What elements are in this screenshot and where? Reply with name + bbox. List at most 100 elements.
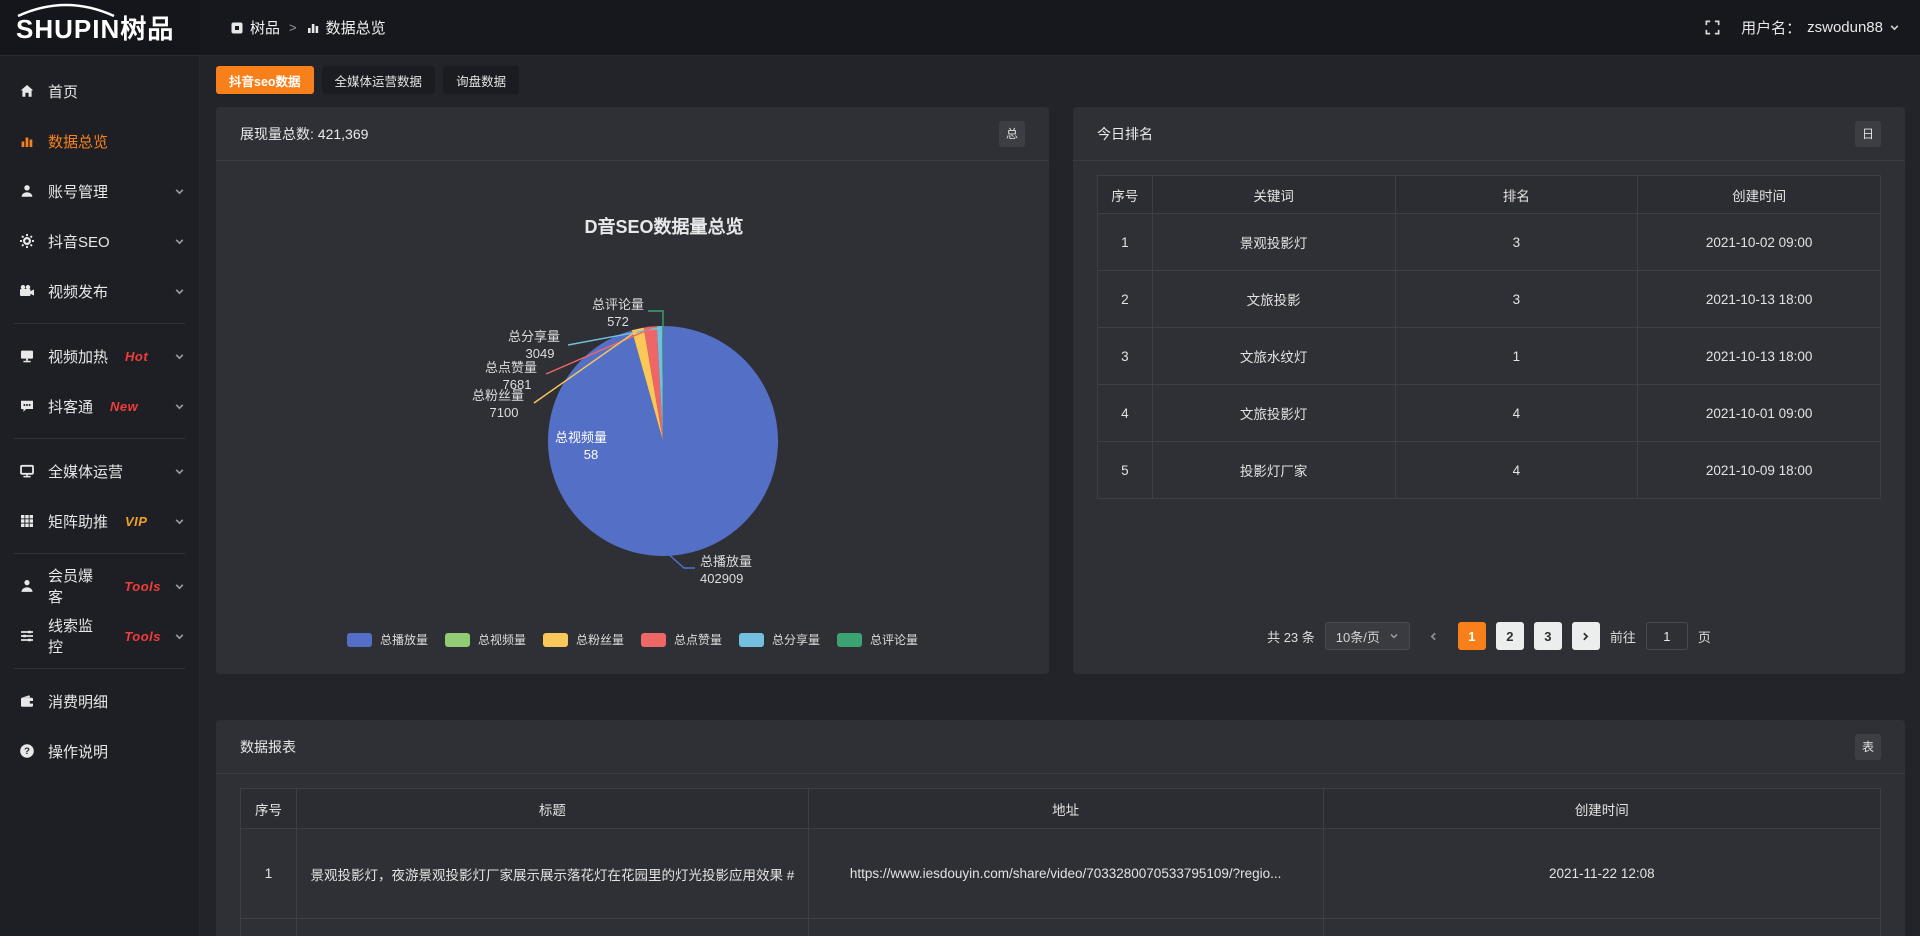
sidebar-item-spending-detail[interactable]: 消费明细 xyxy=(0,676,199,726)
content-area: 抖音seo数据 全媒体运营数据 询盘数据 展现量总数: 421,369 总 D音… xyxy=(200,56,1920,936)
tab-inquiry-data[interactable]: 询盘数据 xyxy=(443,66,519,94)
sidebar-item-label: 首页 xyxy=(48,81,78,102)
col-index: 序号 xyxy=(1098,176,1153,214)
chat-bubble-icon xyxy=(19,398,35,414)
user-menu[interactable]: 用户名：zswodun88 xyxy=(1741,17,1900,38)
sidebar-item-label: 操作说明 xyxy=(48,741,108,762)
legend-item-shares[interactable]: 总分享量 xyxy=(739,631,820,648)
cell-rank: 1 xyxy=(1395,328,1638,385)
pie-value-plays: 402909 xyxy=(700,571,743,586)
screen-icon xyxy=(19,348,35,364)
cell-rank: 4 xyxy=(1395,442,1638,499)
legend-item-fans[interactable]: 总粉丝量 xyxy=(543,631,624,648)
chevron-down-icon xyxy=(174,631,185,642)
sidebar-item-clue-monitor[interactable]: 线索监控 Tools xyxy=(0,611,199,661)
ranking-panel-title: 今日排名 xyxy=(1097,124,1153,144)
cell-video-link[interactable]: https://www.iesdouyin.com/share/video/70… xyxy=(808,829,1323,919)
col-created: 创建时间 xyxy=(1638,176,1881,214)
table-badge-button[interactable]: 表 xyxy=(1855,734,1881,760)
logo[interactable]: SHUPIN树品 xyxy=(0,0,200,55)
bar-chart-icon xyxy=(306,21,320,35)
table-row xyxy=(241,919,1881,936)
cell-keyword: 投影灯厂家 xyxy=(1152,442,1395,499)
tab-douyin-seo-data[interactable]: 抖音seo数据 xyxy=(216,66,314,94)
sidebar-item-matrix-boost[interactable]: 矩阵助推 VIP xyxy=(0,496,199,546)
breadcrumb-root[interactable]: 树品 xyxy=(230,17,280,38)
breadcrumb-current-label: 数据总览 xyxy=(326,17,386,38)
legend-swatch xyxy=(739,633,764,647)
chart-icon xyxy=(19,133,35,149)
report-panel-header: 数据报表 表 xyxy=(216,720,1905,774)
page-button-1[interactable]: 1 xyxy=(1458,622,1486,650)
sidebar-item-instructions[interactable]: ? 操作说明 xyxy=(0,726,199,776)
page-button-2[interactable]: 2 xyxy=(1496,622,1524,650)
legend-swatch xyxy=(445,633,470,647)
chevron-down-icon xyxy=(174,401,185,412)
sidebar-item-video-publish[interactable]: 视频发布 xyxy=(0,266,199,316)
panels-row: 展现量总数: 421,369 总 D音SEO数据量总览 xyxy=(216,107,1905,674)
cell-index: 1 xyxy=(241,829,297,919)
sidebar: 首页 数据总览 账号管理 抖音SEO 视频发布 视频加热 Hot xyxy=(0,56,200,936)
tools-tag: Tools xyxy=(124,629,161,644)
col-url: 地址 xyxy=(808,789,1323,829)
cell-keyword: 文旅投影灯 xyxy=(1152,385,1395,442)
tools-tag: Tools xyxy=(124,579,161,594)
legend-swatch xyxy=(347,633,372,647)
gear-icon xyxy=(19,233,35,249)
sidebar-item-data-overview[interactable]: 数据总览 xyxy=(0,116,199,166)
app-icon xyxy=(230,21,244,35)
day-badge-button[interactable]: 日 xyxy=(1855,121,1881,147)
pie-chart-title: D音SEO数据量总览 xyxy=(584,216,743,237)
video-camera-icon xyxy=(19,283,35,299)
sidebar-item-omnimedia[interactable]: 全媒体运营 xyxy=(0,446,199,496)
legend-item-comments[interactable]: 总评论量 xyxy=(837,631,918,648)
sidebar-item-video-heat[interactable]: 视频加热 Hot xyxy=(0,331,199,381)
breadcrumb-current[interactable]: 数据总览 xyxy=(306,17,386,38)
sidebar-item-label: 会员爆客 xyxy=(48,565,107,607)
sidebar-item-member-baoke[interactable]: 会员爆客 Tools xyxy=(0,561,199,611)
legend-item-likes[interactable]: 总点赞量 xyxy=(641,631,722,648)
cell-index xyxy=(241,919,297,936)
sidebar-item-douyin-seo[interactable]: 抖音SEO xyxy=(0,216,199,266)
legend-item-videos[interactable]: 总视频量 xyxy=(445,631,526,648)
chevron-down-icon xyxy=(174,466,185,477)
table-row: 5 投影灯厂家 4 2021-10-09 18:00 xyxy=(1098,442,1881,499)
table-row: 2 文旅投影 3 2021-10-13 18:00 xyxy=(1098,271,1881,328)
legend-item-plays[interactable]: 总播放量 xyxy=(347,631,428,648)
sidebar-item-account[interactable]: 账号管理 xyxy=(0,166,199,216)
goto-label: 前往 xyxy=(1610,627,1636,646)
page-size-select[interactable]: 10条/页 xyxy=(1325,622,1410,650)
legend-label: 总粉丝量 xyxy=(576,631,624,648)
total-badge-button[interactable]: 总 xyxy=(999,121,1025,147)
wallet-icon xyxy=(19,693,35,709)
sidebar-item-label: 视频加热 xyxy=(48,346,108,367)
fullscreen-icon[interactable] xyxy=(1704,19,1721,36)
sidebar-item-home[interactable]: 首页 xyxy=(0,66,199,116)
table-row: 1 景观投影灯 3 2021-10-02 09:00 xyxy=(1098,214,1881,271)
ranking-panel-header: 今日排名 日 xyxy=(1073,107,1905,161)
chevron-down-icon xyxy=(174,581,185,592)
sidebar-item-label: 数据总览 xyxy=(48,131,108,152)
cell-keyword: 景观投影灯 xyxy=(1152,214,1395,271)
sidebar-item-doukertong[interactable]: 抖客通 New xyxy=(0,381,199,431)
tab-omnimedia-data[interactable]: 全媒体运营数据 xyxy=(322,66,436,94)
grid-icon xyxy=(19,513,35,529)
prev-page-button[interactable] xyxy=(1420,622,1448,650)
page-button-3[interactable]: 3 xyxy=(1534,622,1562,650)
col-created: 创建时间 xyxy=(1323,789,1880,829)
vip-tag: VIP xyxy=(125,514,147,529)
chevron-down-icon xyxy=(174,286,185,297)
ranking-table: 序号 关键词 排名 创建时间 1 景观投影灯 3 2021-10-02 09:0… xyxy=(1097,175,1881,499)
ranking-panel: 今日排名 日 序号 关键词 排名 创建时间 xyxy=(1073,107,1905,674)
goto-page-input[interactable] xyxy=(1646,622,1688,650)
table-row: 3 文旅水纹灯 1 2021-10-13 18:00 xyxy=(1098,328,1881,385)
pie-label-shares: 总分享量 xyxy=(508,329,560,344)
next-page-button[interactable] xyxy=(1572,622,1600,650)
person-icon xyxy=(19,578,35,594)
sidebar-item-label: 账号管理 xyxy=(48,181,108,202)
overview-panel: 展现量总数: 421,369 总 D音SEO数据量总览 xyxy=(216,107,1049,674)
legend-label: 总分享量 xyxy=(772,631,820,648)
main-layout: 首页 数据总览 账号管理 抖音SEO 视频发布 视频加热 Hot xyxy=(0,56,1920,936)
question-circle-icon: ? xyxy=(19,743,35,759)
cell-created: 2021-10-02 09:00 xyxy=(1638,214,1881,271)
